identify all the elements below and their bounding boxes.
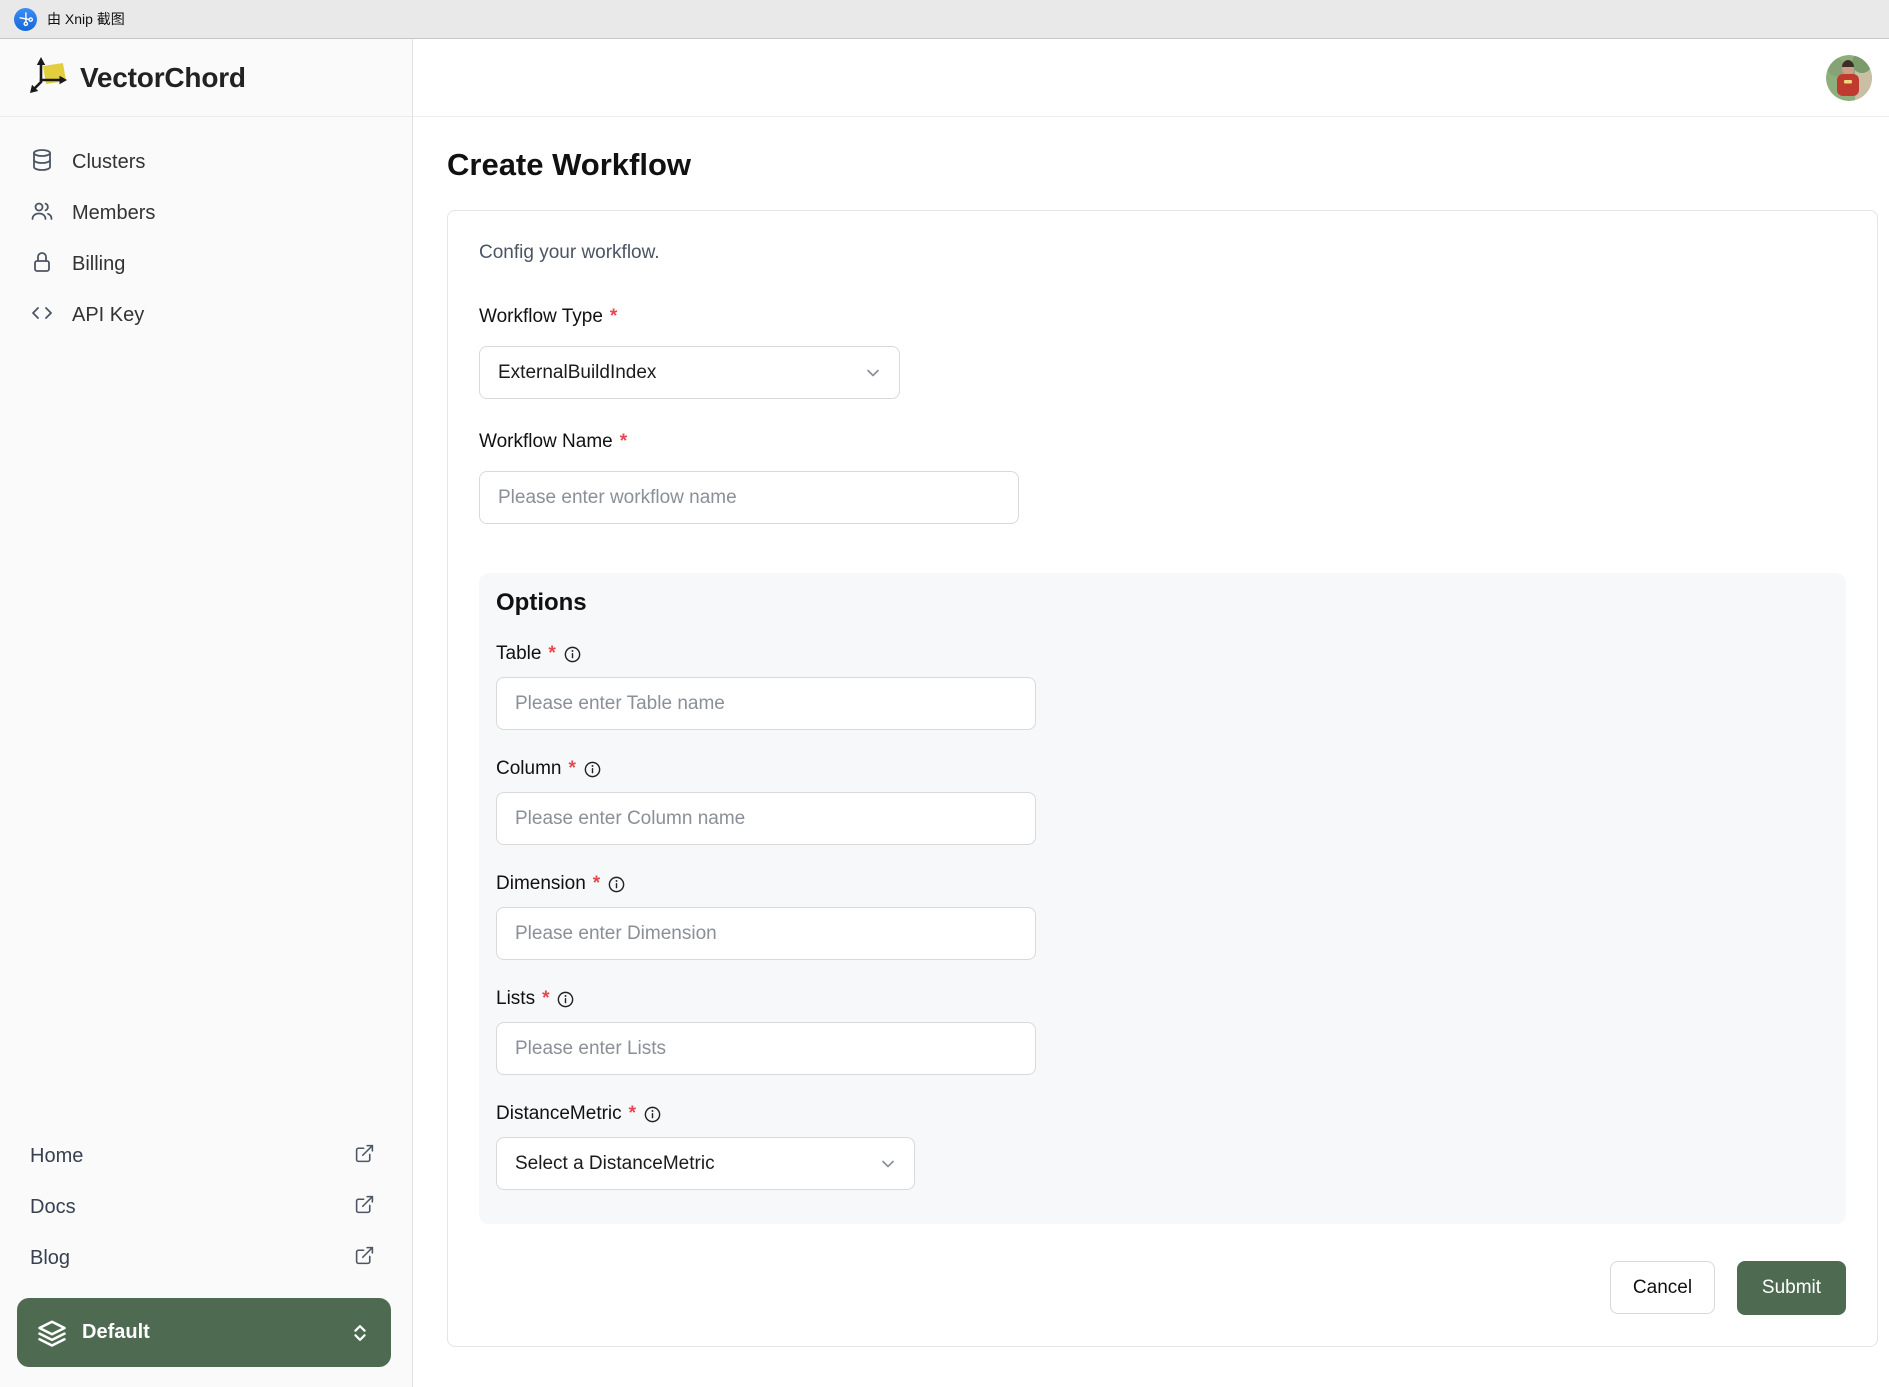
sidebar-link-label: Docs	[30, 1196, 76, 1218]
code-icon	[30, 301, 54, 331]
label-text: Table	[496, 643, 542, 664]
lock-icon	[30, 250, 54, 280]
chevron-down-icon	[863, 363, 883, 383]
info-icon[interactable]	[607, 875, 626, 894]
sidebar-item-label: Members	[72, 202, 156, 224]
sidebar-item-label: Clusters	[72, 151, 146, 173]
sidebar-link-docs[interactable]: Docs	[0, 1182, 412, 1233]
label-text: Workflow Type	[479, 306, 603, 327]
sidebar-item-billing[interactable]: Billing	[0, 239, 412, 290]
sidebar-external-links: Home Docs Blog	[0, 1131, 412, 1284]
distance-metric-placeholder: Select a DistanceMetric	[515, 1152, 715, 1174]
main-area: Create Workflow Config your workflow. Wo…	[413, 39, 1889, 1387]
column-field: Column *	[496, 758, 1826, 845]
label-text: DistanceMetric	[496, 1103, 622, 1124]
dimension-label: Dimension *	[496, 873, 1826, 895]
info-icon[interactable]	[556, 990, 575, 1009]
required-marker: *	[619, 431, 628, 452]
vectorchord-logo-icon	[28, 53, 72, 102]
label-text: Column	[496, 758, 562, 779]
project-selector-label: Default	[82, 1321, 150, 1343]
workflow-type-select[interactable]: ExternalBuildIndex	[479, 346, 900, 399]
distance-metric-field: DistanceMetric * Select a DistanceMetric	[496, 1103, 1826, 1190]
required-marker: *	[568, 758, 576, 779]
required-marker: *	[628, 1103, 637, 1124]
external-link-icon	[354, 1143, 375, 1170]
submit-button[interactable]: Submit	[1737, 1261, 1846, 1315]
page-title: Create Workflow	[447, 147, 692, 182]
table-field: Table *	[496, 643, 1826, 730]
label-text: Workflow Name	[479, 431, 613, 452]
sidebar-item-label: API Key	[72, 304, 145, 326]
sidebar-link-home[interactable]: Home	[0, 1131, 412, 1182]
info-icon[interactable]	[583, 760, 602, 779]
layers-icon	[37, 1318, 67, 1348]
dimension-input[interactable]	[496, 907, 1036, 960]
brand-logo[interactable]: VectorChord	[0, 39, 412, 117]
workflow-name-input[interactable]	[479, 471, 1019, 524]
card-description: Config your workflow.	[479, 242, 660, 263]
brand-name: VectorChord	[80, 61, 246, 93]
sidebar-nav: Clusters Members Billing API Key	[0, 117, 412, 341]
database-icon	[30, 148, 54, 178]
content: Create Workflow Config your workflow. Wo…	[413, 117, 1889, 1347]
info-icon[interactable]	[563, 645, 582, 664]
required-marker: *	[542, 988, 550, 1009]
workflow-name-label: Workflow Name *	[479, 431, 1846, 453]
sidebar: VectorChord Clusters Members Billing API…	[0, 39, 413, 1387]
options-panel: Options Table * Column	[479, 573, 1846, 1224]
sidebar-link-blog[interactable]: Blog	[0, 1233, 412, 1284]
sidebar-link-label: Home	[30, 1145, 84, 1167]
sidebar-item-api-key[interactable]: API Key	[0, 290, 412, 341]
label-text: Lists	[496, 988, 536, 1009]
app-shell: VectorChord Clusters Members Billing API…	[0, 39, 1889, 1387]
xnip-scissors-icon	[14, 7, 37, 31]
distance-metric-select[interactable]: Select a DistanceMetric	[496, 1137, 915, 1190]
info-icon[interactable]	[643, 1105, 662, 1124]
xnip-caption: 由 Xnip 截图	[47, 11, 125, 27]
chevrons-up-down-icon	[349, 1322, 371, 1344]
column-label: Column *	[496, 758, 1826, 780]
users-icon	[30, 199, 54, 229]
lists-input[interactable]	[496, 1022, 1036, 1075]
dimension-field: Dimension *	[496, 873, 1826, 960]
sidebar-link-label: Blog	[30, 1247, 71, 1269]
column-input[interactable]	[496, 792, 1036, 845]
label-text: Dimension	[496, 873, 586, 894]
distance-metric-label: DistanceMetric *	[496, 1103, 1826, 1125]
table-input[interactable]	[496, 677, 1036, 730]
external-link-icon	[354, 1245, 375, 1272]
create-workflow-card: Config your workflow. Workflow Type * Ex…	[447, 210, 1878, 1347]
required-marker: *	[592, 873, 601, 894]
main-header	[413, 39, 1889, 117]
cancel-button[interactable]: Cancel	[1610, 1261, 1715, 1314]
external-link-icon	[354, 1194, 375, 1221]
sidebar-item-members[interactable]: Members	[0, 188, 412, 239]
chevron-down-icon	[878, 1154, 898, 1174]
sidebar-item-label: Billing	[72, 253, 126, 275]
required-marker: *	[548, 643, 556, 664]
lists-field: Lists *	[496, 988, 1826, 1075]
workflow-type-label: Workflow Type *	[479, 306, 1846, 328]
xnip-capture-bar: 由 Xnip 截图	[0, 0, 1889, 39]
required-marker: *	[609, 306, 618, 327]
options-heading: Options	[496, 589, 587, 616]
table-label: Table *	[496, 643, 1826, 665]
project-selector[interactable]: Default	[17, 1298, 391, 1367]
user-avatar[interactable]	[1826, 54, 1872, 101]
sidebar-item-clusters[interactable]: Clusters	[0, 137, 412, 188]
workflow-type-value: ExternalBuildIndex	[498, 361, 657, 383]
lists-label: Lists *	[496, 988, 1826, 1010]
form-actions: Cancel Submit	[479, 1261, 1846, 1315]
